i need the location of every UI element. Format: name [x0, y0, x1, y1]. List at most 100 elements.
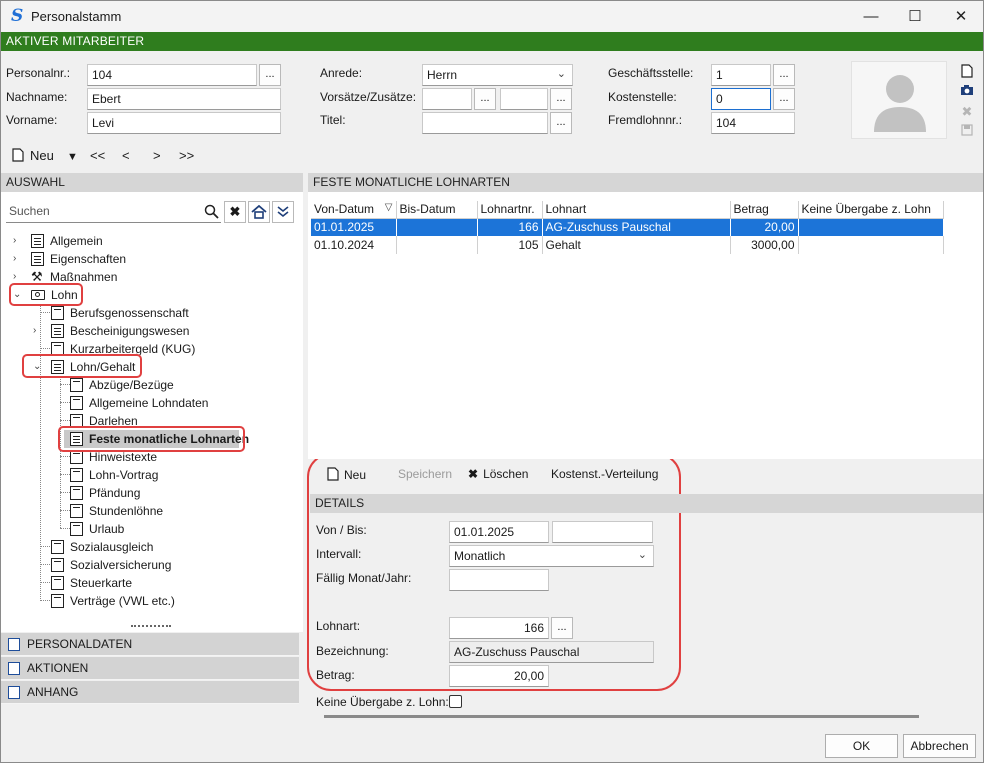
fremdlohnnr-field[interactable]: 104 — [711, 112, 795, 134]
table-row[interactable]: 01.10.2024 105 Gehalt 3000,00 — [311, 236, 944, 254]
horizontal-scrollbar[interactable] — [324, 715, 919, 718]
von-bis-label: Von / Bis: — [316, 523, 367, 537]
chevron-down-icon: ⌄ — [637, 549, 647, 561]
ok-button[interactable]: OK — [825, 734, 898, 758]
tree-item-allgemeine-lohndaten[interactable]: Allgemeine Lohndaten — [70, 395, 208, 411]
lohnarten-table: Von-Datum ▽ Bis-Datum Lohnartnr. Lohnart … — [311, 201, 944, 254]
col-bis-datum[interactable]: Bis-Datum — [396, 201, 478, 219]
camera-icon[interactable] — [959, 84, 975, 100]
tree-item-sozialversicherung[interactable]: Sozialversicherung — [51, 557, 171, 573]
tree-item-steuerkarte[interactable]: Steuerkarte — [51, 575, 132, 591]
title-bar: S Personalstamm — ☐ ✕ — [1, 1, 983, 32]
col-lohnart[interactable]: Lohnart — [542, 201, 731, 219]
vorsaetze-lookup-button[interactable]: ... — [474, 88, 496, 110]
anrede-select[interactable]: Herrn ⌄ — [422, 64, 573, 86]
faellig-field[interactable] — [449, 569, 549, 591]
intervall-select[interactable]: Monatlich ⌄ — [449, 545, 654, 567]
tree-item-sozialausgleich[interactable]: Sozialausgleich — [51, 539, 153, 555]
tree-item-abzuege-bezuege[interactable]: Abzüge/Bezüge — [70, 377, 174, 393]
col-lohnartnr[interactable]: Lohnartnr. — [477, 201, 543, 219]
detail-new-button[interactable]: Neu — [327, 467, 366, 482]
personalnr-field[interactable]: 104 — [87, 64, 257, 86]
geschaeftsstelle-lookup-button[interactable]: ... — [773, 64, 795, 86]
tree-item-vertraege[interactable]: Verträge (VWL etc.) — [51, 593, 175, 609]
col-von-datum[interactable]: Von-Datum ▽ — [311, 201, 397, 219]
home-button[interactable] — [248, 201, 270, 223]
tree-item-allgemein[interactable]: › Allgemein — [13, 233, 103, 249]
first-record-button[interactable]: << — [90, 148, 105, 163]
vorsaetze-field[interactable] — [422, 88, 472, 110]
intervall-value: Monatlich — [454, 549, 506, 563]
new-document-icon[interactable] — [959, 64, 975, 80]
cell-bis — [396, 236, 478, 254]
new-record-button[interactable]: Neu — [12, 148, 54, 163]
splitter-grip[interactable] — [131, 625, 171, 628]
kostenstelle-field[interactable]: 0 — [711, 88, 771, 110]
vorsaetze-label: Vorsätze/Zusätze: — [320, 90, 417, 104]
zusaetze-field[interactable] — [500, 88, 548, 110]
new-dropdown-arrow-icon[interactable]: ▼ — [67, 151, 78, 163]
maximize-button[interactable]: ☐ — [893, 1, 937, 32]
tree-item-eigenschaften[interactable]: › Eigenschaften — [13, 251, 126, 267]
titel-lookup-button[interactable]: ... — [550, 112, 572, 134]
table-row[interactable]: 01.01.2025 166 AG-Zuschuss Pauschal 20,0… — [311, 218, 944, 236]
bis-field[interactable] — [552, 521, 653, 543]
faellig-label: Fällig Monat/Jahr: — [316, 571, 412, 585]
tree-item-label: Hinweistexte — [89, 450, 158, 464]
tree-item-stundenloehne[interactable]: Stundenlöhne — [70, 503, 163, 519]
titel-field[interactable] — [422, 112, 548, 134]
highlight-lohn — [9, 283, 83, 306]
tree-item-pfaendung[interactable]: Pfändung — [70, 485, 140, 501]
personalnr-lookup-button[interactable]: ... — [259, 64, 281, 86]
cancel-button[interactable]: Abbrechen — [903, 734, 976, 758]
employee-photo[interactable] — [851, 61, 947, 139]
detail-delete-button[interactable]: ✖ Löschen — [468, 467, 528, 481]
tree-item-label: Verträge (VWL etc.) — [70, 594, 175, 608]
von-field[interactable]: 01.01.2025 — [449, 521, 549, 543]
kostenstelle-lookup-button[interactable]: ... — [773, 88, 795, 110]
nav-anhang[interactable]: ANHANG — [1, 681, 299, 704]
betrag-field[interactable]: 20,00 — [449, 665, 549, 687]
tree-item-lohn-vortrag[interactable]: Lohn-Vortrag — [70, 467, 158, 483]
save-photo-icon[interactable] — [959, 124, 975, 140]
clear-search-button[interactable]: ✖ — [224, 201, 246, 223]
last-record-button[interactable]: >> — [179, 148, 194, 163]
delete-photo-icon[interactable]: ✖ — [959, 104, 975, 120]
home-icon — [251, 204, 267, 219]
collapse-all-button[interactable] — [272, 201, 294, 223]
zusaetze-lookup-button[interactable]: ... — [550, 88, 572, 110]
personalnr-label: Personalnr.: — [6, 66, 71, 80]
detail-cost-distribution-button[interactable]: Kostenst.-Verteilung — [551, 467, 658, 481]
search-icon[interactable] — [204, 204, 220, 223]
col-betrag[interactable]: Betrag — [730, 201, 799, 219]
keine-uebergabe-checkbox[interactable] — [449, 695, 462, 708]
highlight-lohn-gehalt — [22, 354, 142, 378]
tree-item-berufsgenossenschaft[interactable]: Berufsgenossenschaft — [51, 305, 189, 321]
previous-record-button[interactable]: < — [122, 148, 130, 163]
geschaeftsstelle-field[interactable]: 1 — [711, 64, 771, 86]
folder-icon — [8, 638, 20, 651]
lohnart-lookup-button[interactable]: ... — [551, 617, 573, 639]
lohnart-label: Lohnart: — [316, 619, 361, 633]
next-record-button[interactable]: > — [153, 148, 161, 163]
titel-label: Titel: — [320, 113, 346, 127]
vorname-label: Vorname: — [6, 113, 58, 127]
tree-item-bescheinigungswesen[interactable]: › Bescheinigungswesen — [33, 323, 189, 339]
nav-personaldaten[interactable]: PERSONALDATEN — [1, 633, 299, 656]
col-keine-uebergabe[interactable]: Keine Übergabe z. Lohn — [798, 201, 944, 219]
close-button[interactable]: ✕ — [939, 1, 983, 32]
nachname-field[interactable]: Ebert — [87, 88, 281, 110]
detail-save-button[interactable]: Speichern — [398, 467, 452, 481]
tree-item-label: Sozialausgleich — [70, 540, 154, 554]
lohnart-field[interactable]: 166 — [449, 617, 549, 639]
tree-item-label: Lohn-Vortrag — [89, 468, 159, 482]
document-icon — [70, 378, 83, 392]
minimize-button[interactable]: — — [849, 1, 893, 32]
search-input[interactable]: Suchen — [6, 199, 221, 223]
nav-aktionen[interactable]: AKTIONEN — [1, 657, 299, 680]
vorname-field[interactable]: Levi — [87, 112, 281, 134]
document-icon — [70, 504, 83, 518]
tree-item-urlaub[interactable]: Urlaub — [70, 521, 124, 537]
app-logo-icon: S — [11, 6, 24, 26]
tree-item-label: Pfändung — [89, 486, 141, 500]
